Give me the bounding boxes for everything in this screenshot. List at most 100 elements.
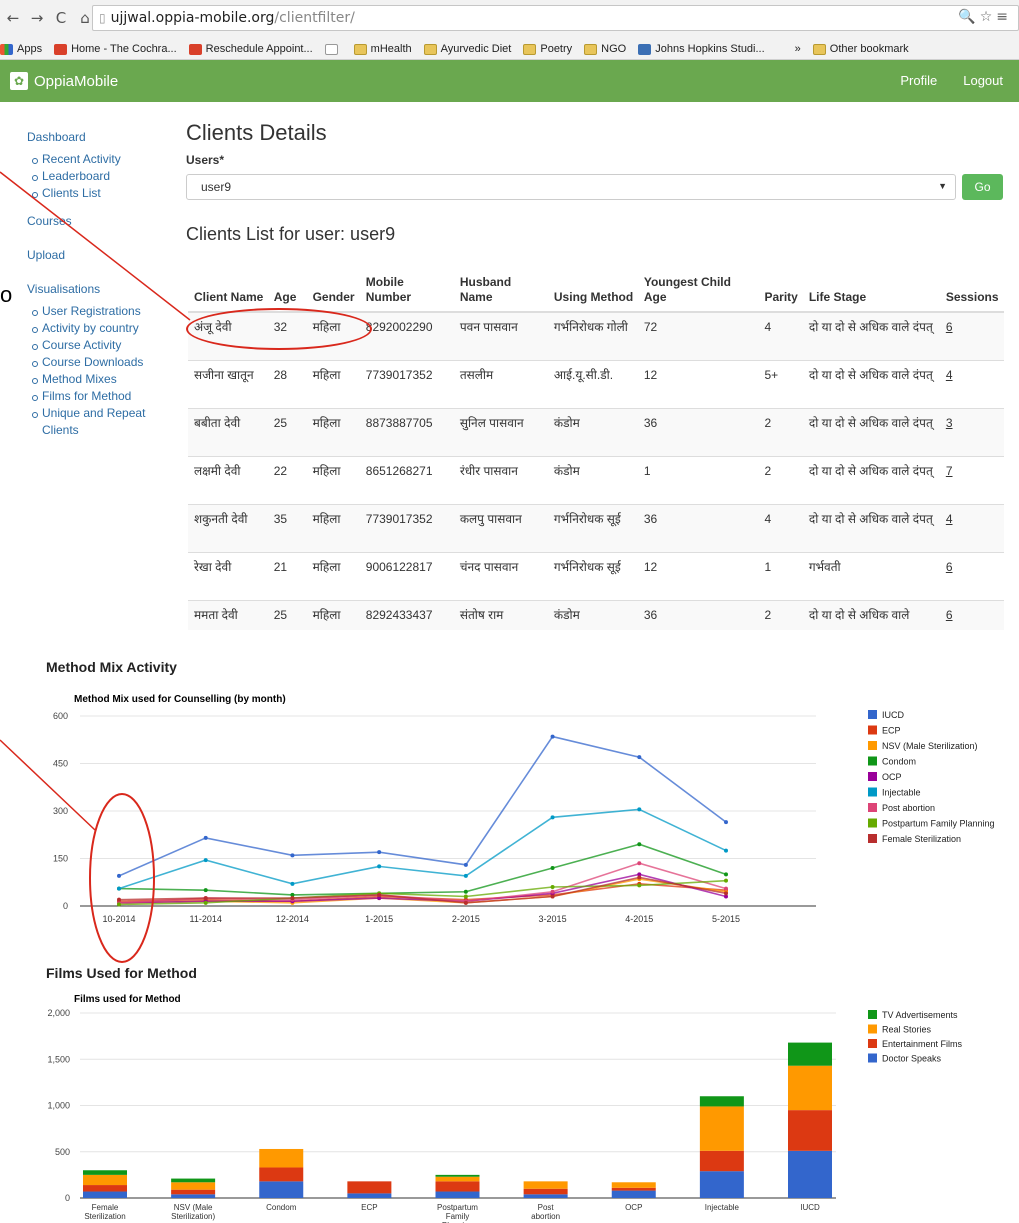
bookmarks-overflow[interactable]: »	[795, 43, 801, 55]
bar-segment	[699, 1171, 744, 1198]
data-point	[290, 881, 295, 886]
sessions-link[interactable]: 7	[946, 464, 953, 478]
bar-segment	[788, 1150, 832, 1198]
bookmark-other[interactable]: Other bookmark	[812, 43, 909, 55]
forward-icon[interactable]: →	[26, 7, 48, 29]
table-header-row: Client Name Age Gender Mobile Number Husband…	[188, 275, 1004, 313]
data-point	[724, 872, 728, 877]
bookmark-jhu[interactable]: Johns Hopkins Studi...	[638, 43, 765, 55]
sidebar-item-leaderboard[interactable]: Leaderboard	[27, 168, 182, 185]
table-cell: 7739017352	[359, 359, 454, 408]
table-cell: गर्भनिरोधक गोली	[547, 311, 638, 360]
table-cell: 7	[939, 455, 1004, 504]
sessions-link[interactable]: 3	[946, 416, 953, 430]
x-tick-label: Sterilization)	[171, 1212, 215, 1221]
table-cell: 28	[267, 359, 307, 408]
data-point	[637, 807, 642, 812]
reload-icon[interactable]: C	[50, 7, 72, 29]
jhu-icon	[638, 43, 652, 55]
data-point	[724, 820, 728, 825]
chart-section-title: Films Used for Method	[46, 965, 197, 981]
x-tick-label: 2-2015	[452, 914, 480, 924]
sessions-link[interactable]: 4	[946, 368, 953, 382]
table-cell: 8873887705	[359, 407, 454, 456]
legend-swatch	[868, 803, 877, 812]
sessions-link[interactable]: 6	[946, 608, 953, 622]
bar-segment	[523, 1181, 568, 1189]
sidebar-item-method-mixes[interactable]: Method Mixes	[27, 371, 182, 388]
sidebar-item-unique-repeat-clients[interactable]: Unique and Repeat Clients	[27, 405, 182, 439]
table-cell: 4	[758, 503, 803, 552]
y-tick-label: 150	[53, 854, 68, 864]
bar-segment	[435, 1174, 480, 1177]
chevron-down-icon: ▼	[938, 181, 947, 191]
table-cell: दो या दो से अधिक वाले दंपत्	[802, 359, 940, 408]
sidebar-item-course-activity[interactable]: Course Activity	[27, 337, 182, 354]
legend-swatch	[868, 1039, 877, 1048]
x-tick-label: Condom	[266, 1203, 297, 1212]
legend-swatch	[868, 1053, 877, 1063]
sessions-link[interactable]: 4	[946, 512, 953, 526]
table-row: सजीना खातून 28 महिला 7739017352 तसलीम आई.यू.स…	[188, 359, 1004, 408]
table-cell: 12	[637, 551, 759, 600]
sessions-link[interactable]: 6	[946, 560, 953, 574]
data-point	[290, 853, 295, 858]
bookmark-cochrane[interactable]: Home - The Cochra...	[54, 43, 177, 55]
table-cell: सुनिल पासवान	[453, 407, 548, 456]
page-icon	[324, 43, 338, 55]
brand[interactable]: ✿ OppiaMobile	[10, 72, 118, 90]
annotation-ellipse-client	[186, 308, 372, 350]
user-select[interactable]: user9 ▼	[186, 174, 956, 200]
sidebar-item-course-downloads[interactable]: Course Downloads	[27, 354, 182, 371]
bookmark-apps[interactable]: Apps	[0, 43, 42, 55]
table-cell: 2	[758, 455, 803, 504]
column-header: Mobile Number	[359, 275, 454, 313]
user-select-value: user9	[201, 180, 232, 194]
legend-label: Doctor Speaks	[882, 1054, 942, 1064]
sidebar-item-films-for-method[interactable]: Films for Method	[27, 388, 182, 405]
x-tick-label: 10-2014	[102, 914, 135, 924]
data-point	[463, 889, 468, 894]
sidebar-dashboard[interactable]: Dashboard	[27, 130, 182, 144]
table-cell: 12	[637, 359, 759, 408]
table-cell: 36	[637, 503, 759, 552]
bookmark-poetry[interactable]: Poetry	[523, 43, 572, 55]
charts-svg: Method Mix Activity Method Mix used for C…	[46, 659, 995, 1223]
bookmark-reschedule[interactable]: Reschedule Appoint...	[188, 43, 313, 55]
data-point	[724, 891, 728, 896]
sidebar-courses[interactable]: Courses	[27, 214, 182, 228]
legend-label: Entertainment Films	[882, 1039, 963, 1049]
bookmark-red-icon	[54, 43, 68, 55]
sidebar-item-recent-activity[interactable]: Recent Activity	[27, 151, 182, 168]
sidebar-item-activity-by-country[interactable]: Activity by country	[27, 320, 182, 337]
profile-link[interactable]: Profile	[900, 73, 937, 88]
back-icon[interactable]: ←	[2, 7, 24, 29]
data-point	[550, 734, 555, 739]
legend-swatch	[868, 834, 877, 843]
table-cell: आई.यू.सी.डी.	[547, 359, 638, 408]
table-cell: शकुनती देवी	[188, 503, 268, 552]
legend-label: NSV (Male Sterilization)	[882, 741, 978, 751]
table-cell: गर्भनिरोधक सूई	[547, 503, 638, 552]
table-cell: कंडोम	[547, 455, 638, 504]
table-cell: दो या दो से अधिक वाले दंपत्	[802, 503, 940, 552]
sessions-link[interactable]: 6	[946, 320, 953, 334]
sidebar-visualisations-list: User Registrations Activity by country C…	[27, 303, 182, 439]
sidebar-visualisations[interactable]: Visualisations	[27, 282, 182, 296]
logout-link[interactable]: Logout	[963, 73, 1003, 88]
bookmark-mhealth[interactable]: mHealth	[353, 43, 412, 55]
sidebar-item-user-registrations[interactable]: User Registrations	[27, 303, 182, 320]
data-point	[463, 894, 468, 899]
sidebar-item-clients-list[interactable]: Clients List	[27, 185, 182, 202]
data-point	[637, 755, 642, 760]
table-cell: दो या दो से अधिक वाले दंपत्	[802, 311, 940, 360]
bookmark-blank[interactable]	[324, 43, 342, 55]
bookmark-ngo[interactable]: NGO	[584, 43, 626, 55]
legend-swatch	[868, 725, 877, 735]
table-cell: रंधीर पासवान	[453, 455, 548, 504]
bookmark-ayurvedic[interactable]: Ayurvedic Diet	[423, 43, 511, 55]
data-point	[637, 861, 642, 866]
go-button[interactable]: Go	[962, 174, 1003, 200]
sidebar-upload[interactable]: Upload	[27, 248, 182, 262]
address-bar[interactable]: ▯ ujjwal.oppia-mobile.org/clientfilter/ …	[92, 5, 1019, 31]
